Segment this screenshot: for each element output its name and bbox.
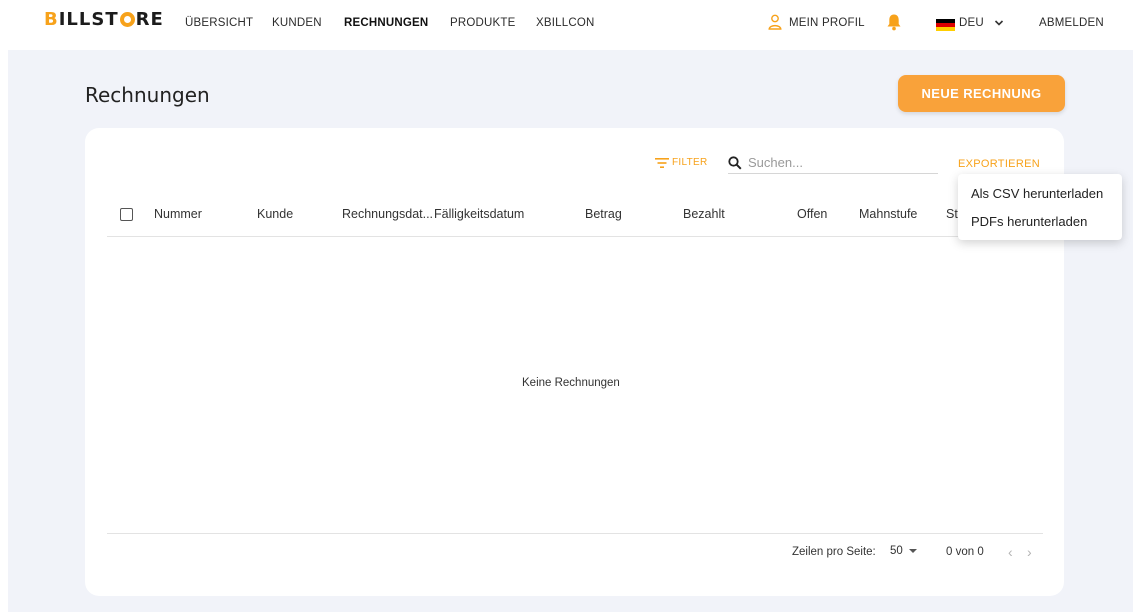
column-header-nummer[interactable]: Nummer xyxy=(154,207,202,221)
search-box xyxy=(728,152,938,174)
logo-text-part2: RE xyxy=(135,9,164,30)
table-footer-divider xyxy=(107,533,1043,534)
nav-item-uebersicht[interactable]: ÜBERSICHT xyxy=(185,17,253,29)
rows-per-page-value: 50 xyxy=(890,545,903,557)
column-header-kunde[interactable]: Kunde xyxy=(257,207,293,221)
new-invoice-button[interactable]: NEUE RECHNUNG xyxy=(898,75,1065,112)
nav-item-rechnungen[interactable]: RECHNUNGEN xyxy=(344,17,428,29)
language-selector[interactable]: DEU xyxy=(959,17,984,29)
my-profile-link[interactable]: MEIN PROFIL xyxy=(789,17,865,29)
column-header-faelligkeitsdatum[interactable]: Fälligkeitsdatum xyxy=(434,207,524,221)
logout-link[interactable]: ABMELDEN xyxy=(1039,17,1104,29)
previous-page-icon[interactable]: ‹ xyxy=(1008,544,1013,560)
filter-button[interactable]: FILTER xyxy=(655,157,708,168)
column-header-mahnstufe[interactable]: Mahnstufe xyxy=(859,207,917,221)
empty-state-text: Keine Rechnungen xyxy=(522,377,620,389)
logo-letter: B xyxy=(44,9,59,30)
column-header-rechnungsdatum[interactable]: Rechnungsdat... xyxy=(342,207,433,221)
export-button[interactable]: EXPORTIEREN xyxy=(958,158,1040,170)
search-input[interactable] xyxy=(748,155,928,170)
page-title: Rechnungen xyxy=(85,83,210,107)
column-header-offen[interactable]: Offen xyxy=(797,207,827,221)
search-icon xyxy=(728,155,742,170)
menu-item-csv-download[interactable]: Als CSV herunterladen xyxy=(971,186,1103,201)
logo-text-part1: ILLST xyxy=(58,9,119,30)
rows-per-page-label: Zeilen pro Seite: xyxy=(792,546,876,558)
column-header-status[interactable]: St xyxy=(946,207,958,221)
pagination-range: 0 von 0 xyxy=(946,546,984,558)
nav-item-xbillcon[interactable]: XBILLCON xyxy=(536,17,594,29)
filter-icon xyxy=(655,157,669,168)
billstore-logo[interactable]: B ILLST RE xyxy=(44,9,164,30)
user-icon[interactable] xyxy=(768,14,782,30)
chevron-down-icon[interactable] xyxy=(993,17,1005,29)
column-header-bezahlt[interactable]: Bezahlt xyxy=(683,207,725,221)
caret-down-icon xyxy=(908,549,917,553)
rows-per-page-select[interactable]: 50 xyxy=(890,545,917,557)
menu-item-pdf-download[interactable]: PDFs herunterladen xyxy=(971,214,1087,229)
nav-item-produkte[interactable]: PRODUKTE xyxy=(450,17,516,29)
column-header-betrag[interactable]: Betrag xyxy=(585,207,622,221)
logo-gear-icon xyxy=(119,12,135,27)
invoices-card xyxy=(85,128,1064,596)
top-navigation: B ILLST RE ÜBERSICHT KUNDEN RECHNUNGEN PRO… xyxy=(0,0,1133,50)
next-page-icon[interactable]: › xyxy=(1027,544,1032,560)
bell-icon[interactable] xyxy=(886,13,902,31)
nav-item-kunden[interactable]: KUNDEN xyxy=(272,17,322,29)
filter-label: FILTER xyxy=(672,157,708,168)
table-header: Nummer Kunde Rechnungsdat... Fälligkeits… xyxy=(107,201,1043,237)
german-flag-icon[interactable] xyxy=(936,19,955,31)
export-menu: Als CSV herunterladen PDFs herunterladen xyxy=(958,174,1122,240)
select-all-checkbox[interactable] xyxy=(120,208,133,221)
